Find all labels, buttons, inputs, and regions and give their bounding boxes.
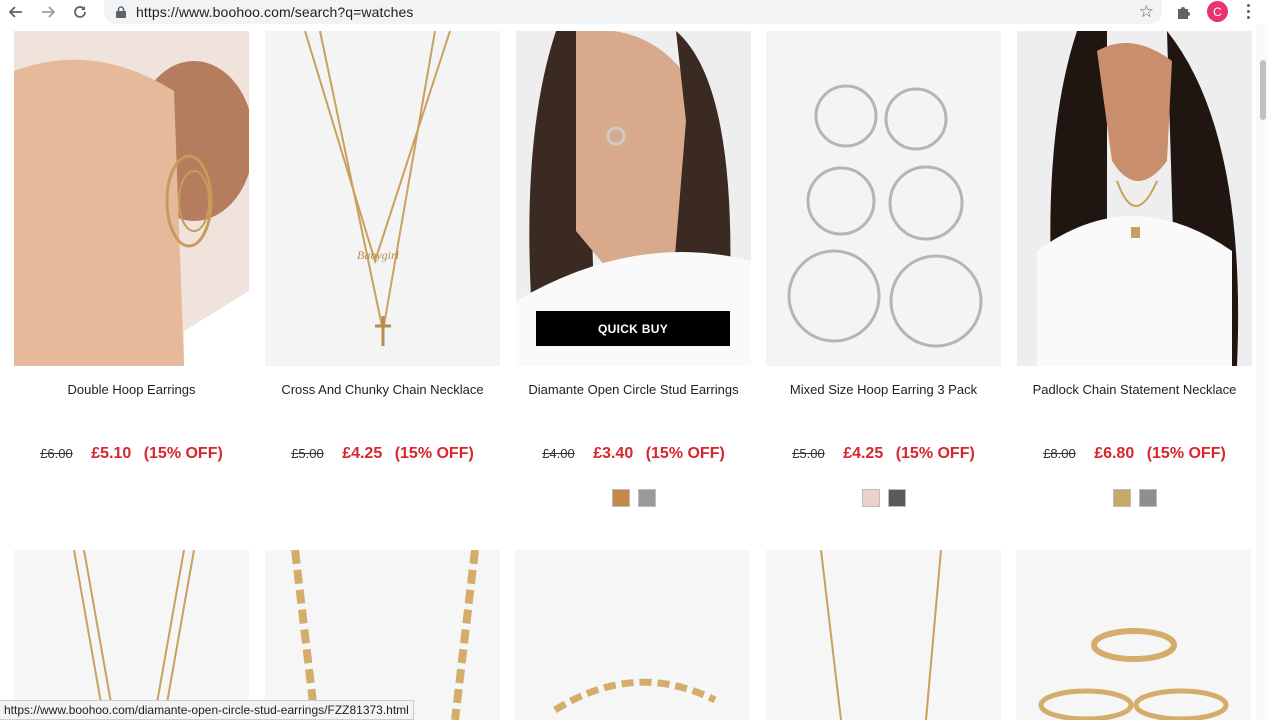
back-icon[interactable] [6,2,26,22]
product-image[interactable] [1017,31,1252,366]
avatar-letter: C [1213,4,1222,19]
product-title[interactable]: Mixed Size Hoop Earring 3 Pack [766,382,1001,397]
discount-label: (15% OFF) [895,445,975,462]
original-price: £4.00 [542,446,575,461]
discount-label: (15% OFF) [143,445,223,462]
color-swatches [766,489,1001,507]
forward-icon[interactable] [38,2,58,22]
original-price: £5.00 [291,446,324,461]
product-image[interactable] [766,550,1001,720]
color-swatch-silver[interactable] [887,489,906,507]
product-image[interactable] [14,31,249,366]
discount-label: (15% OFF) [645,445,725,462]
reload-icon[interactable] [70,2,90,22]
color-swatch-silver[interactable] [637,489,656,507]
address-bar[interactable]: https://www.boohoo.com/search?q=watches … [104,0,1162,24]
sale-price: £3.40 [593,445,634,462]
product-image[interactable] [515,550,750,720]
sale-price: £6.80 [1094,445,1135,462]
sale-price: £5.10 [91,445,132,462]
sale-price: £4.25 [342,445,383,462]
product-image[interactable] [1016,550,1251,720]
color-swatches [1017,489,1252,507]
avatar[interactable]: C [1207,1,1228,22]
product-prices: £8.00 £6.80 (15% OFF) [1017,445,1252,463]
product-prices: £4.00 £3.40 (15% OFF) [516,445,751,463]
product-image[interactable] [14,550,249,720]
product-title[interactable]: Padlock Chain Statement Necklace [1017,382,1252,397]
status-bar-url: https://www.boohoo.com/diamante-open-cir… [0,700,414,720]
star-icon[interactable]: ☆ [1139,2,1154,22]
product-image[interactable]: QUICK BUY [516,31,751,366]
sale-price: £4.25 [843,445,884,462]
puzzle-icon[interactable] [1176,4,1192,20]
color-swatch-rose[interactable] [861,489,880,507]
product-prices: £6.00 £5.10 (15% OFF) [14,445,249,463]
product-image[interactable] [766,31,1001,366]
original-price: £5.00 [792,446,825,461]
color-swatch-gold[interactable] [1112,489,1131,507]
quick-buy-button[interactable]: QUICK BUY [536,311,730,346]
url-text[interactable]: https://www.boohoo.com/search?q=watches [136,4,413,20]
original-price: £8.00 [1043,446,1076,461]
product-image[interactable]: Babygirl [265,31,500,366]
browser-toolbar: https://www.boohoo.com/search?q=watches … [0,0,1268,24]
page-scrollbar[interactable] [1256,24,1268,720]
lock-icon [116,6,126,18]
kebab-menu-icon[interactable] [1244,4,1252,22]
color-swatches [516,489,751,507]
color-swatch-gold[interactable] [611,489,630,507]
product-prices: £5.00 £4.25 (15% OFF) [766,445,1001,463]
scrollbar-thumb[interactable] [1260,60,1266,120]
original-price: £6.00 [40,446,73,461]
product-image[interactable] [265,550,500,720]
product-title[interactable]: Double Hoop Earrings [14,382,249,397]
product-title[interactable]: Cross And Chunky Chain Necklace [265,382,500,397]
product-prices: £5.00 £4.25 (15% OFF) [265,445,500,463]
product-title[interactable]: Diamante Open Circle Stud Earrings [516,382,751,397]
svg-text:Babygirl: Babygirl [357,248,400,262]
discount-label: (15% OFF) [394,445,474,462]
discount-label: (15% OFF) [1146,445,1226,462]
color-swatch-silver[interactable] [1138,489,1157,507]
